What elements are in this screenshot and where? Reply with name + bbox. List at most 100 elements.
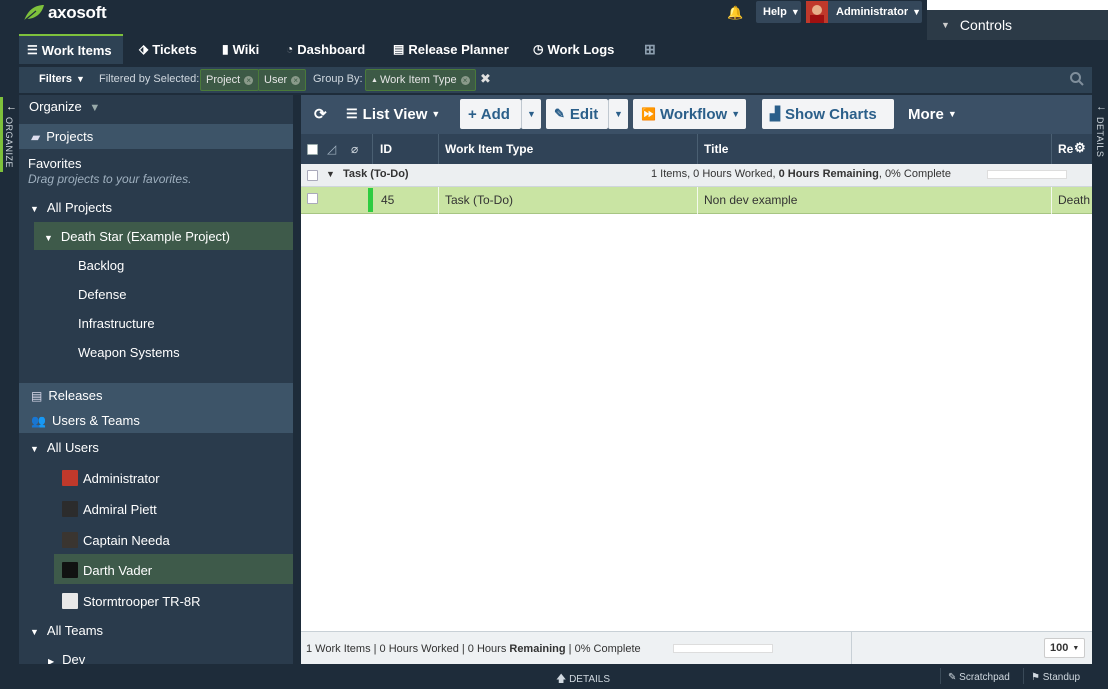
releases-section-header[interactable]: ▤ Releases [19, 383, 293, 408]
remove-icon[interactable]: × [460, 75, 470, 85]
node-label: Death Star (Example Project) [60, 229, 230, 244]
project-node-death-star[interactable]: ▼ Death Star (Example Project) [44, 229, 230, 244]
filters-button[interactable]: Filters ▼ [39, 73, 85, 85]
node-label: All Projects [46, 200, 112, 215]
user-label: Administrator [836, 6, 909, 18]
tab-work-logs[interactable]: ◷ Work Logs [525, 34, 622, 64]
column-divider [697, 134, 698, 164]
tab-label: Wiki [232, 41, 260, 57]
gear-icon[interactable]: ⚙ [1074, 140, 1086, 156]
tab-dashboard[interactable]: ◔ Dashboard [278, 34, 373, 64]
row-checkbox[interactable] [307, 193, 318, 204]
details-strip[interactable]: ← DETAILS [1092, 97, 1108, 684]
user-item-stormtrooper[interactable]: Stormtrooper TR-8R [62, 593, 201, 609]
bell-icon[interactable]: 🔔 [727, 5, 743, 21]
details-toggle[interactable]: 🡅 DETAILS [556, 672, 610, 689]
group-summary-b: , 0% Complete [878, 168, 951, 180]
all-users-node[interactable]: ▼ All Users [30, 440, 99, 455]
tab-wiki[interactable]: ▮ Wiki [214, 34, 267, 64]
group-checkbox[interactable] [307, 170, 318, 181]
select-all-checkbox[interactable] [307, 144, 318, 155]
all-teams-node[interactable]: ▼ All Teams [30, 623, 103, 638]
projects-section-header[interactable]: ▰ Projects [19, 124, 293, 149]
user-item-captain-needa[interactable]: Captain Needa [62, 532, 170, 548]
column-header-type[interactable]: Work Item Type [445, 142, 533, 156]
group-summary: 1 Items, 0 Hours Worked, 0 Hours Remaini… [651, 168, 951, 180]
priority-column-icon[interactable]: ◿ [327, 142, 336, 156]
sub-project-item[interactable]: Backlog [78, 258, 124, 273]
group-by-chip[interactable]: ▲ Work Item Type × [365, 69, 476, 91]
arrow-up-icon: 🡅 [556, 674, 567, 685]
column-header-id[interactable]: ID [380, 142, 392, 156]
users-teams-section-header[interactable]: 👥 Users & Teams [19, 408, 293, 433]
column-divider [372, 134, 373, 164]
more-button[interactable]: More ▼ [908, 99, 957, 129]
chevron-down-icon: ▼ [76, 74, 85, 84]
footer-divider [851, 632, 852, 665]
remove-icon[interactable]: × [244, 75, 254, 85]
add-button[interactable]: + Add [460, 99, 521, 129]
clear-filters-icon[interactable]: ✖ [480, 71, 491, 87]
attachment-icon[interactable]: ⌀ [351, 142, 358, 156]
sub-project-item[interactable]: Weapon Systems [78, 345, 180, 360]
column-header-title[interactable]: Title [704, 142, 728, 156]
node-label: All Teams [46, 623, 104, 638]
logo[interactable]: axosoft [22, 2, 107, 24]
edit-button[interactable]: ✎ Edit [546, 99, 608, 129]
list-view-button[interactable]: ☰ List View ▼ [346, 99, 440, 129]
chevron-down-icon: ▼ [1072, 644, 1080, 652]
organize-strip-label: ORGANIZE [4, 117, 14, 169]
controls-panel-toggle[interactable]: ▼ Controls [927, 8, 1108, 40]
show-charts-button[interactable]: ▟ Show Charts [762, 99, 894, 129]
user-name: Darth Vader [83, 563, 153, 578]
sub-project-item[interactable]: Defense [78, 287, 126, 302]
arrow-left-icon: ← [1096, 101, 1107, 113]
chevron-down-icon: ▼ [912, 7, 922, 17]
scratchpad-button[interactable]: ✎ Scratchpad [948, 672, 1010, 683]
help-label: Help [763, 6, 787, 18]
help-button[interactable]: Help ▼ [756, 1, 801, 23]
user-item-administrator[interactable]: Administrator [62, 470, 160, 486]
refresh-icon[interactable]: ⟳ [314, 99, 327, 129]
filter-chip-project[interactable]: Project × [200, 69, 260, 91]
group-row[interactable]: ▼ Task (To-Do) 1 Items, 0 Hours Worked, … [301, 164, 1092, 187]
remove-icon[interactable]: × [291, 75, 301, 85]
flag-icon: ⚑ [1031, 672, 1040, 683]
workflow-button[interactable]: ⏩ Workflow ▼ [633, 99, 746, 129]
page-size-value: 100 [1050, 642, 1069, 654]
organize-strip[interactable]: ← ORGANIZE [0, 97, 19, 684]
cell-title: Non dev example [704, 193, 798, 207]
user-item-darth-vader[interactable]: Darth Vader [62, 562, 152, 578]
column-header-release[interactable]: Re [1058, 142, 1073, 156]
planner-icon: ▤ [393, 42, 405, 56]
tab-release-planner[interactable]: ▤ Release Planner [385, 34, 517, 64]
edit-dropdown-button[interactable]: ▼ [608, 99, 628, 129]
cell-divider [1051, 187, 1052, 214]
chevron-down-icon: ▼ [947, 109, 957, 119]
page-size-select[interactable]: 100 ▼ [1044, 638, 1086, 658]
group-label: Task (To-Do) [343, 168, 409, 180]
section-label: Releases [48, 388, 103, 403]
add-tab-button[interactable]: ⊞ [636, 34, 664, 64]
search-icon[interactable] [1069, 71, 1085, 90]
triangle-down-icon: ▼ [44, 233, 53, 243]
avatar [62, 470, 78, 486]
add-dropdown-button[interactable]: ▼ [521, 99, 541, 129]
table-row[interactable]: 45 Task (To-Do) Non dev example Death [301, 187, 1092, 214]
logo-text: axosoft [48, 3, 107, 22]
sort-up-icon: ▲ [371, 76, 378, 84]
triangle-down-icon[interactable]: ▼ [326, 169, 335, 179]
triangle-down-icon: ▼ [30, 204, 39, 214]
tab-work-items[interactable]: ☰ Work Items [19, 34, 123, 64]
user-menu-button[interactable]: Administrator ▼ [806, 1, 922, 23]
all-projects-node[interactable]: ▼ All Projects [30, 200, 112, 215]
filter-icon[interactable]: ▼ [89, 102, 100, 114]
user-item-admiral-piett[interactable]: Admiral Piett [62, 501, 157, 517]
filter-chip-user[interactable]: User × [258, 69, 307, 91]
column-divider [1051, 134, 1052, 164]
list-icon: ☰ [346, 106, 358, 121]
plus-icon: + [468, 105, 477, 123]
sub-project-item[interactable]: Infrastructure [78, 316, 155, 331]
tab-tickets[interactable]: ⬗ Tickets [131, 34, 205, 64]
standup-button[interactable]: ⚑ Standup [1031, 672, 1080, 683]
